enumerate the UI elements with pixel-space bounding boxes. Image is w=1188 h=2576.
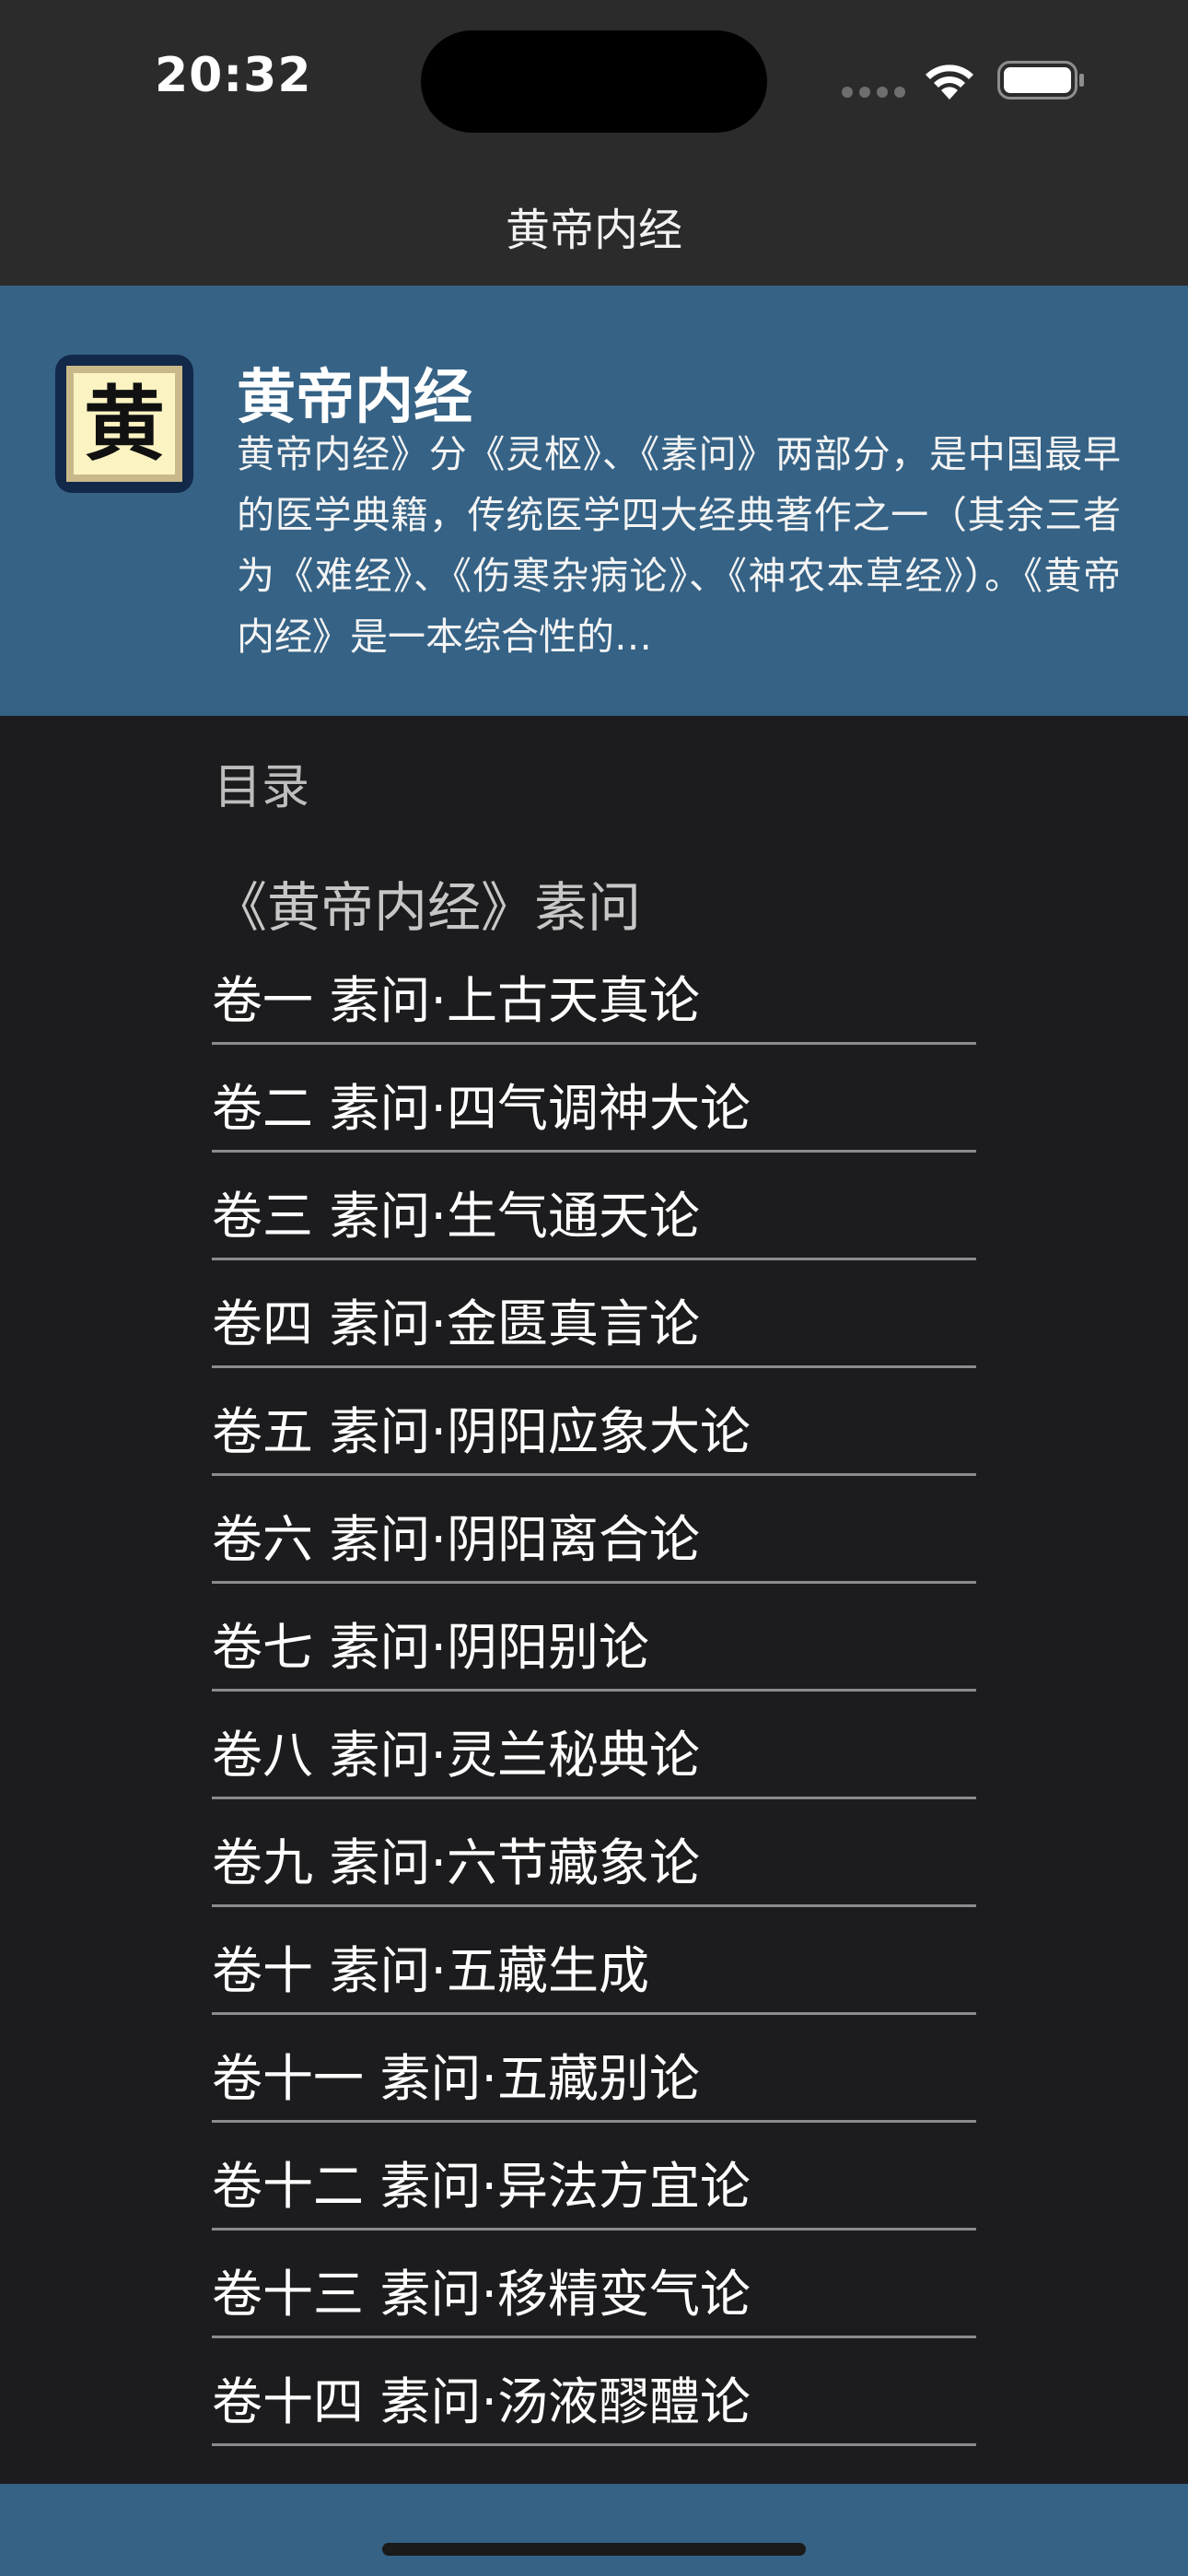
toc-item[interactable]: 卷六 素问·阴阳离合论 [212,1476,976,1584]
toc-item-label: 卷八 素问·灵兰秘典论 [212,1726,700,1785]
toc-item[interactable]: 卷十一 素问·五藏别论 [212,2015,976,2123]
toc-list[interactable]: 卷一 素问·上古天真论 卷二 素问·四气调神大论 卷三 素问·生气通天论 卷四 … [212,937,976,2485]
home-indicator[interactable] [382,2543,806,2556]
book-title: 黄帝内经 [237,364,472,432]
book-description[interactable]: 黄帝内经》分《灵枢》、《素问》两部分，是中国最早的医学典籍，传统医学四大经典著作… [237,424,1121,667]
toc-item-label: 卷十四 素问·汤液醪醴论 [212,2372,751,2431]
toc-item[interactable]: 卷十 素问·五藏生成 [212,1907,976,2015]
toc-heading: 目录 [214,760,310,815]
toc-item[interactable]: 卷一 素问·上古天真论 [212,937,976,1045]
toc-item-label: 卷十五 素问·玉版论要 [212,2446,976,2485]
dynamic-island [421,30,767,133]
wifi-icon [926,64,973,100]
toc-item[interactable]: 卷三 素问·生气通天论 [212,1153,976,1260]
toc-item[interactable]: 卷十五 素问·玉版论要 [212,2446,976,2485]
status-bar: 20:32 [0,0,1188,147]
toc-item[interactable]: 卷八 素问·灵兰秘典论 [212,1692,976,1799]
toc-item-label: 卷十二 素问·异法方宜论 [212,2157,751,2216]
toc-item-label: 卷一 素问·上古天真论 [212,971,700,1030]
toc-item-label: 卷二 素问·四气调神大论 [212,1079,751,1138]
battery-icon [997,61,1084,100]
toc-item[interactable]: 卷十三 素问·移精变气论 [212,2231,976,2338]
book-icon-char: 黄 [74,373,175,474]
toc-item[interactable]: 卷十四 素问·汤液醪醴论 [212,2338,976,2446]
toc-item-label: 卷十 素问·五藏生成 [212,1941,649,2000]
book-icon: 黄 [55,355,193,493]
nav-title: 黄帝内经 [505,205,682,256]
book-header: 黄 黄帝内经 黄帝内经》分《灵枢》、《素问》两部分，是中国最早的医学典籍，传统医… [0,286,1188,716]
toc-item-label: 卷五 素问·阴阳应象大论 [212,1402,751,1461]
toc-item-label: 卷七 素问·阴阳别论 [212,1618,649,1677]
toc-item-label: 卷十一 素问·五藏别论 [212,2049,700,2108]
navigation-bar: 黄帝内经 [0,147,1188,286]
status-time: 20:32 [155,48,312,103]
cellular-signal-icon [842,87,906,98]
toc-item[interactable]: 卷九 素问·六节藏象论 [212,1799,976,1907]
toc-item-label: 卷三 素问·生气通天论 [212,1187,700,1246]
toc-item-label: 卷九 素问·六节藏象论 [212,1833,700,1892]
toc-item[interactable]: 卷十二 素问·异法方宜论 [212,2123,976,2231]
toc-item[interactable]: 卷七 素问·阴阳别论 [212,1584,976,1692]
bottom-bar [0,2484,1188,2576]
toc-item-label: 卷十三 素问·移精变气论 [212,2265,751,2324]
toc-item[interactable]: 卷五 素问·阴阳应象大论 [212,1368,976,1476]
toc-section-title: 《黄帝内经》素问 [214,876,642,939]
toc-item[interactable]: 卷四 素问·金匮真言论 [212,1260,976,1368]
toc-item[interactable]: 卷二 素问·四气调神大论 [212,1045,976,1153]
toc-item-label: 卷四 素问·金匮真言论 [212,1294,700,1353]
toc-item-label: 卷六 素问·阴阳离合论 [212,1510,700,1569]
